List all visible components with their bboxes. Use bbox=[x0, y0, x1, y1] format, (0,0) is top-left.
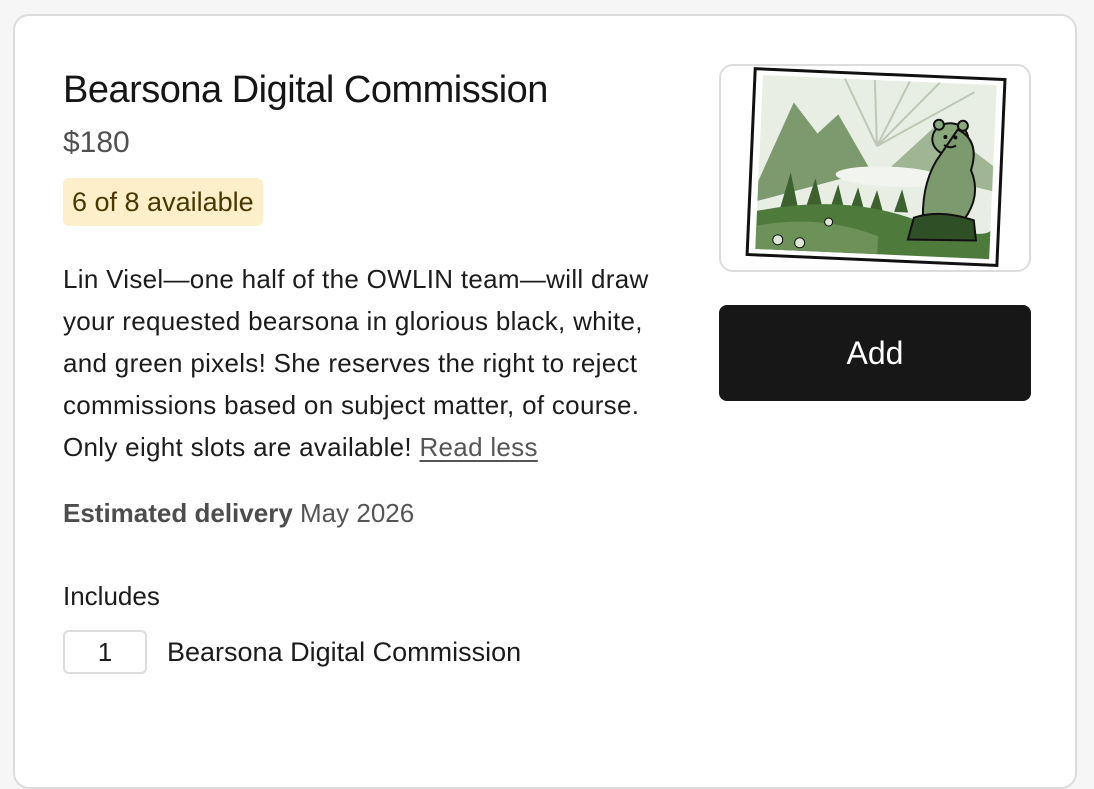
include-quantity: 1 bbox=[63, 630, 147, 674]
reward-description: Lin Visel—one half of the OWLIN team—wil… bbox=[63, 258, 683, 468]
reward-image bbox=[719, 64, 1031, 272]
description-text: Lin Visel—one half of the OWLIN team—wil… bbox=[63, 264, 649, 462]
reward-details: Bearsona Digital Commission $180 6 of 8 … bbox=[63, 68, 683, 674]
bearsona-illustration-icon bbox=[721, 66, 1029, 270]
availability-badge: 6 of 8 available bbox=[63, 178, 263, 226]
includes-heading: Includes bbox=[63, 581, 160, 611]
delivery-value: May 2026 bbox=[300, 498, 415, 528]
include-item: 1 Bearsona Digital Commission bbox=[63, 630, 683, 674]
delivery-label: Estimated delivery bbox=[63, 498, 293, 528]
include-item-name: Bearsona Digital Commission bbox=[167, 636, 522, 667]
reward-price: $180 bbox=[63, 126, 130, 159]
estimated-delivery: Estimated delivery May 2026 bbox=[63, 496, 683, 530]
read-less-link[interactable]: Read less bbox=[419, 432, 537, 462]
add-button[interactable]: Add bbox=[719, 305, 1031, 401]
reward-card: Bearsona Digital Commission $180 6 of 8 … bbox=[13, 14, 1077, 789]
reward-title: Bearsona Digital Commission bbox=[63, 69, 548, 111]
